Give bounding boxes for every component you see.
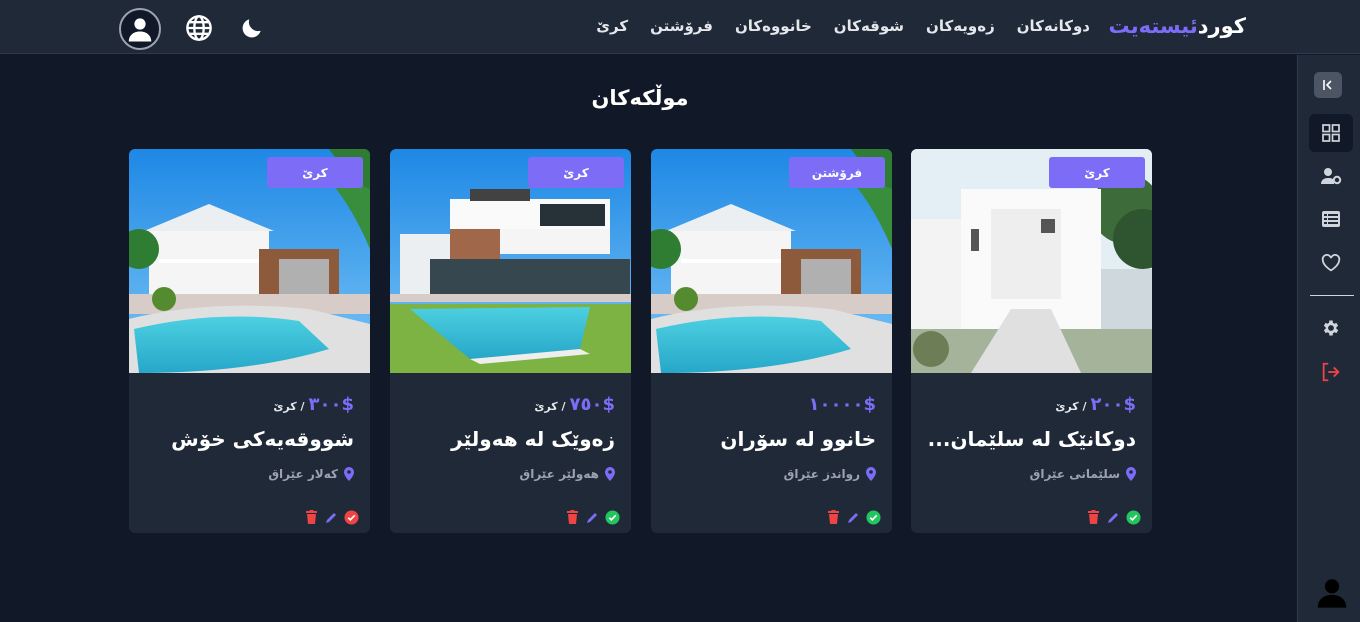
delete-icon[interactable]: [303, 509, 319, 525]
price-row: $٧٥٠ / کرێ: [534, 394, 615, 415]
property-card[interactable]: کرێ $٣٠٠ / کرێ شووقەیەکی خۆش کەلار عێراق: [129, 149, 370, 533]
price-period: / کرێ: [273, 400, 305, 413]
price: $٣٠٠: [308, 394, 354, 415]
top-navbar: كوردئیستەیت کرێ فرۆشتن خانووەکان شوقەکان…: [0, 0, 1360, 54]
sidebar-user-icon[interactable]: [1315, 575, 1349, 609]
globe-icon[interactable]: [181, 10, 217, 46]
delete-icon[interactable]: [564, 509, 580, 525]
listing-type-badge: کرێ: [267, 157, 363, 188]
profile-avatar[interactable]: [119, 8, 161, 50]
price-row: $٢٠٠ / کرێ: [1055, 394, 1136, 415]
nav-rent[interactable]: کرێ: [596, 17, 628, 35]
settings-icon[interactable]: [1309, 309, 1353, 347]
logout-icon[interactable]: [1309, 353, 1353, 391]
location: کەلار عێراق: [268, 467, 354, 481]
page-title: موڵکەکان: [591, 86, 689, 110]
location-pin-icon: [1126, 467, 1136, 481]
delete-icon[interactable]: [1085, 509, 1101, 525]
nav-sale[interactable]: فرۆشتن: [650, 17, 713, 35]
dashboard-icon[interactable]: [1309, 114, 1353, 152]
price: $٧٥٠: [569, 394, 615, 415]
sidebar-divider: [1310, 295, 1354, 296]
card-actions: [1085, 509, 1141, 525]
moon-icon[interactable]: [234, 10, 270, 46]
property-title[interactable]: زەوێک لە هەولێر: [405, 427, 615, 451]
collapse-icon[interactable]: [1314, 72, 1342, 98]
brand-logo[interactable]: كوردئیستەیت: [1109, 14, 1247, 38]
user-settings-icon[interactable]: [1309, 157, 1353, 195]
location-text: کەلار عێراق: [268, 467, 338, 481]
approved-icon[interactable]: [1125, 509, 1141, 525]
location: رواندز عێراق: [784, 467, 876, 481]
price: $١٠٠٠٠: [808, 394, 876, 415]
property-title[interactable]: شووقەیەکی خۆش: [144, 427, 354, 451]
brand-part-2: ئیستەیت: [1108, 14, 1198, 38]
location-pin-icon: [866, 467, 876, 481]
brand-part-1: كورد: [1197, 14, 1246, 38]
property-card[interactable]: کرێ $٢٠٠ / کرێ دوکانێک لە سلێمان... سلێم…: [911, 149, 1152, 533]
price-row: $٣٠٠ / کرێ: [273, 394, 354, 415]
sidebar: [1297, 55, 1360, 622]
location-pin-icon: [605, 467, 615, 481]
location-text: سلێمانی عێراق: [1029, 467, 1120, 481]
user-icon: [128, 18, 152, 42]
price-period: / کرێ: [534, 400, 566, 413]
approved-icon[interactable]: [865, 509, 881, 525]
property-card[interactable]: فرۆشتن $١٠٠٠٠ خانوو لە سۆران رواندز عێرا…: [651, 149, 892, 533]
edit-icon[interactable]: [1105, 509, 1121, 525]
price: $٢٠٠: [1090, 394, 1136, 415]
main-nav: کرێ فرۆشتن خانووەکان شوقەکان زەویەکان دو…: [596, 17, 1090, 35]
card-actions: [825, 509, 881, 525]
nav-lands[interactable]: زەویەکان: [926, 17, 995, 35]
listing-type-badge: فرۆشتن: [789, 157, 885, 188]
heart-icon[interactable]: [1309, 244, 1353, 282]
edit-icon[interactable]: [845, 509, 861, 525]
property-title[interactable]: خانوو لە سۆران: [666, 427, 876, 451]
edit-icon[interactable]: [584, 509, 600, 525]
listing-type-badge: کرێ: [528, 157, 624, 188]
location-text: رواندز عێراق: [783, 467, 860, 481]
delete-icon[interactable]: [825, 509, 841, 525]
card-actions: [564, 509, 620, 525]
listing-type-badge: کرێ: [1049, 157, 1145, 188]
price-period: / کرێ: [1055, 400, 1087, 413]
approved-icon[interactable]: [604, 509, 620, 525]
nav-apartments[interactable]: شوقەکان: [834, 17, 904, 35]
property-title[interactable]: دوکانێک لە سلێمان...: [926, 427, 1136, 451]
rejected-icon[interactable]: [343, 509, 359, 525]
location-pin-icon: [344, 467, 354, 481]
edit-icon[interactable]: [323, 509, 339, 525]
card-actions: [303, 509, 359, 525]
location: هەولێر عێراق: [519, 467, 615, 481]
nav-houses[interactable]: خانووەکان: [735, 17, 812, 35]
location: سلێمانی عێراق: [1030, 467, 1136, 481]
location-text: هەولێر عێراق: [519, 467, 599, 481]
price-row: $١٠٠٠٠: [805, 394, 876, 415]
list-icon[interactable]: [1309, 200, 1353, 238]
property-card[interactable]: کرێ $٧٥٠ / کرێ زەوێک لە هەولێر هەولێر عێ…: [390, 149, 631, 533]
nav-shops[interactable]: دوکانەکان: [1017, 17, 1090, 35]
